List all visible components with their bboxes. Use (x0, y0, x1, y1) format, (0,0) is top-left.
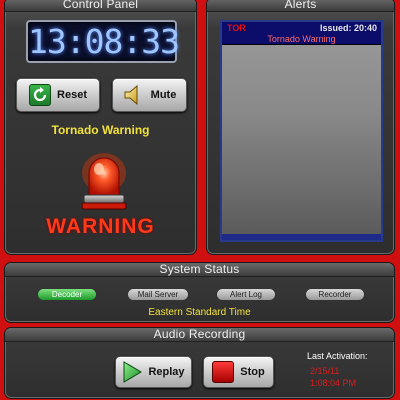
alerts-panel-title: Alerts (207, 0, 394, 12)
mute-label: Mute (150, 89, 177, 101)
audio-recording-panel: Audio Recording Replay Stop Last Activat… (4, 327, 395, 399)
digital-clock: 13:08:33 (26, 20, 180, 63)
last-activation-date: 2/15/11 (310, 366, 340, 376)
reset-button[interactable]: Reset (16, 78, 100, 112)
speaker-icon (123, 84, 145, 106)
alerts-list-footer (222, 234, 381, 240)
alert-list-item[interactable]: TOR Issued: 20:40 Tornado Warning (222, 22, 381, 45)
alerts-list[interactable]: TOR Issued: 20:40 Tornado Warning (220, 20, 383, 242)
system-status-panel: System Status Decoder Mail Server Alert … (4, 262, 395, 323)
control-panel: Control Panel 13:08:33 Reset Mute Tornad… (4, 0, 197, 255)
mute-button[interactable]: Mute (112, 78, 187, 112)
active-alert-text: Tornado Warning (51, 123, 150, 137)
status-indicator-mail-server[interactable]: Mail Server (127, 288, 189, 301)
alert-code: TOR (227, 23, 246, 33)
stop-button[interactable]: Stop (203, 356, 274, 388)
status-indicator-decoder[interactable]: Decoder (37, 288, 97, 301)
timezone-label: Eastern Standard Time (148, 307, 251, 318)
stop-icon (212, 361, 235, 383)
stop-label: Stop (240, 366, 265, 378)
alert-item-title: Tornado Warning (267, 34, 336, 44)
play-icon (122, 361, 143, 383)
siren-icon (79, 151, 129, 215)
system-status-title: System Status (5, 263, 394, 277)
last-activation-time: 1:08:04 PM (310, 378, 357, 388)
replay-label: Replay (148, 366, 185, 378)
warning-text: WARNING (46, 215, 155, 238)
replay-button[interactable]: Replay (115, 356, 192, 388)
alerts-panel: Alerts TOR Issued: 20:40 Tornado Warning (206, 0, 395, 255)
audio-recording-title: Audio Recording (5, 328, 394, 342)
reset-label: Reset (57, 89, 87, 101)
alert-issued-time: Issued: 20:40 (319, 23, 377, 33)
control-panel-title: Control Panel (5, 0, 196, 12)
last-activation-label: Last Activation: (307, 351, 368, 361)
status-indicator-recorder[interactable]: Recorder (305, 288, 365, 301)
status-indicator-alert-log[interactable]: Alert Log (216, 288, 276, 301)
reset-icon (29, 84, 52, 106)
